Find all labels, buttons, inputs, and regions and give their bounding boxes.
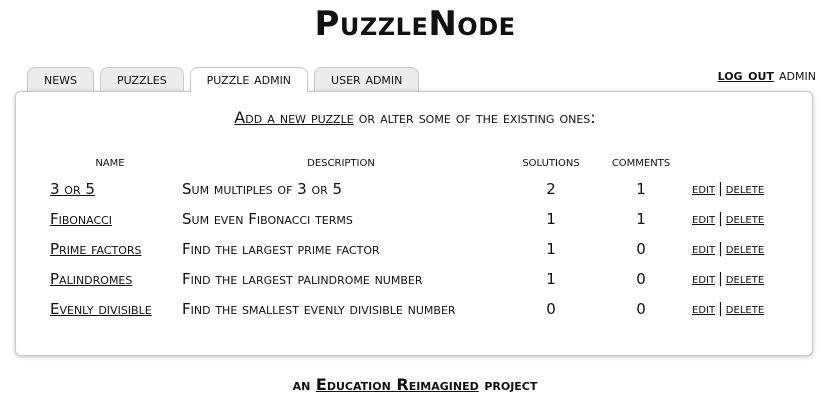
edit-link[interactable]: edit <box>692 241 715 257</box>
delete-link[interactable]: delete <box>726 271 764 287</box>
solutions-count: 2 <box>546 180 556 198</box>
puzzles-table: name description solutions comments 3 or… <box>44 150 770 324</box>
solutions-count: 1 <box>546 210 556 228</box>
delete-link[interactable]: delete <box>726 211 764 227</box>
puzzle-name-link[interactable]: Fibonacci <box>50 210 112 228</box>
tab-puzzle-admin[interactable]: puzzle admin <box>189 67 309 92</box>
footer-prefix: an <box>292 375 311 394</box>
table-row: Palindromes Find the largest palindrome … <box>44 264 770 294</box>
table-row: Prime factors Find the largest prime fac… <box>44 234 770 264</box>
row-actions: edit | delete <box>686 174 770 204</box>
intro-text: Add a new puzzle or alter some of the ex… <box>16 108 814 127</box>
logout-link[interactable]: log out <box>718 65 774 84</box>
site-title: PuzzleNode <box>314 4 516 44</box>
education-reimagined-link[interactable]: Education Reimagined <box>316 375 479 394</box>
puzzle-name-link[interactable]: Evenly divisible <box>50 300 152 318</box>
solutions-count: 1 <box>546 270 556 288</box>
row-actions: edit | delete <box>686 294 770 324</box>
solutions-count: 0 <box>546 300 556 318</box>
action-separator: | <box>718 181 723 197</box>
table-row: 3 or 5 Sum multiples of 3 or 5 2 1 edit |… <box>44 174 770 204</box>
puzzle-description: Find the smallest evenly divisible numbe… <box>182 300 456 318</box>
footer: an Education Reimagined project <box>0 375 830 394</box>
delete-link[interactable]: delete <box>726 181 764 197</box>
comments-count: 0 <box>636 240 646 258</box>
comments-count: 0 <box>636 300 646 318</box>
comments-count: 1 <box>636 210 646 228</box>
edit-link[interactable]: edit <box>692 271 715 287</box>
tab-puzzles[interactable]: puzzles <box>100 67 184 91</box>
tab-user-admin[interactable]: user admin <box>314 67 420 91</box>
action-separator: | <box>718 211 723 227</box>
table-row: Evenly divisible Find the smallest evenl… <box>44 294 770 324</box>
row-actions: edit | delete <box>686 204 770 234</box>
row-actions: edit | delete <box>686 234 770 264</box>
comments-count: 1 <box>636 180 646 198</box>
edit-link[interactable]: edit <box>692 211 715 227</box>
header-description: description <box>307 154 375 170</box>
comments-count: 0 <box>636 270 646 288</box>
header-name: name <box>95 154 125 170</box>
row-actions: edit | delete <box>686 264 770 294</box>
puzzle-description: Find the largest palindrome number <box>182 270 423 288</box>
tab-news[interactable]: news <box>27 67 95 91</box>
intro-rest-text: or alter some of the existing ones: <box>358 108 596 127</box>
table-header-row: name description solutions comments <box>44 150 770 174</box>
puzzle-description: Sum even Fibonacci terms <box>182 210 353 228</box>
edit-link[interactable]: edit <box>692 181 715 197</box>
puzzle-description: Find the largest prime factor <box>182 240 380 258</box>
puzzle-name-link[interactable]: Palindromes <box>50 270 132 288</box>
table-row: Fibonacci Sum even Fibonacci terms 1 1 e… <box>44 204 770 234</box>
add-puzzle-link[interactable]: Add a new puzzle <box>234 108 353 127</box>
action-separator: | <box>718 241 723 257</box>
header-solutions: solutions <box>522 154 580 170</box>
puzzle-description: Sum multiples of 3 or 5 <box>182 180 343 198</box>
footer-suffix: project <box>484 375 538 394</box>
puzzle-admin-panel: Add a new puzzle or alter some of the ex… <box>15 91 813 356</box>
delete-link[interactable]: delete <box>726 241 764 257</box>
puzzle-name-link[interactable]: Prime factors <box>50 240 141 258</box>
action-separator: | <box>718 271 723 287</box>
header-comments: comments <box>611 154 671 170</box>
username-label: admin <box>779 65 816 84</box>
delete-link[interactable]: delete <box>726 301 764 317</box>
header-actions <box>686 150 770 174</box>
action-separator: | <box>718 301 723 317</box>
edit-link[interactable]: edit <box>692 301 715 317</box>
nav-tabs: news puzzles puzzle admin user admin <box>27 67 420 93</box>
session-area: log out admin <box>718 65 816 84</box>
puzzle-name-link[interactable]: 3 or 5 <box>50 180 95 198</box>
solutions-count: 1 <box>546 240 556 258</box>
